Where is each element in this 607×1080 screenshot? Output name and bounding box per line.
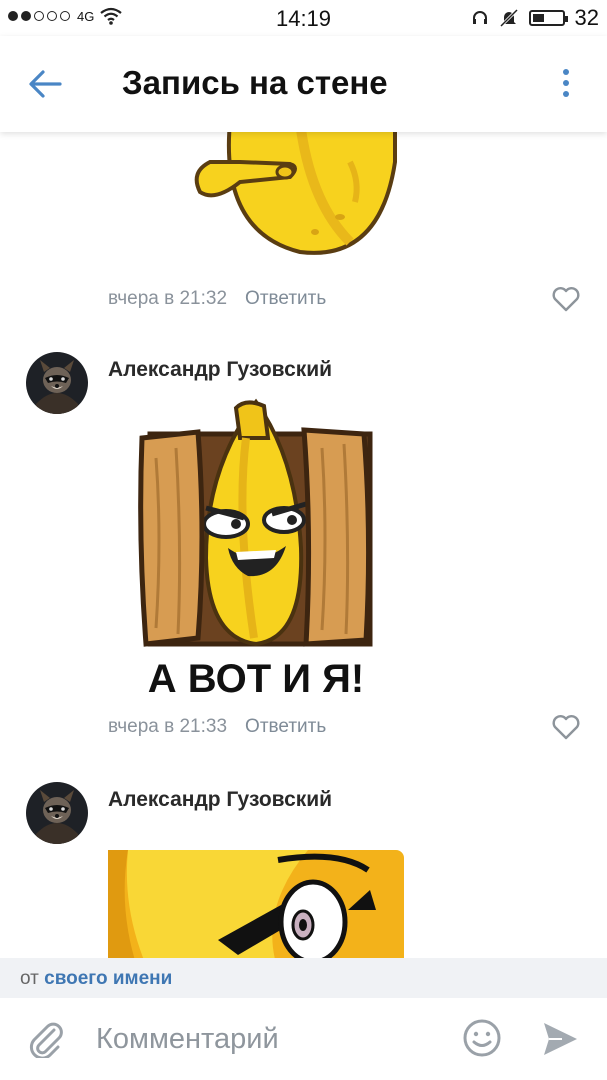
more-vertical-icon xyxy=(563,69,569,75)
reply-link[interactable]: Ответить xyxy=(245,716,326,737)
comment-time: вчера в 21:32 xyxy=(108,288,228,309)
heart-icon[interactable] xyxy=(552,286,580,312)
comment-time: вчера в 21:33 xyxy=(108,716,228,737)
paperclip-icon[interactable] xyxy=(28,1018,64,1058)
mute-bell-icon xyxy=(499,8,518,28)
reply-as-link[interactable]: своего имени xyxy=(44,968,172,989)
raccoon-avatar-icon xyxy=(26,352,88,414)
sticker-caption: А ВОТ И Я! xyxy=(148,657,364,700)
banana-sticker: А ВОТ И Я! xyxy=(138,398,373,700)
comment-author[interactable]: Александр Гузовский xyxy=(108,788,332,812)
banana-sticker xyxy=(108,850,404,958)
reply-link[interactable]: Ответить xyxy=(245,288,326,309)
comment-meta: вчера в 21:32 Ответить xyxy=(108,288,326,310)
avatar[interactable] xyxy=(26,352,88,414)
raccoon-avatar-icon xyxy=(26,782,88,844)
headphones-icon xyxy=(472,11,487,24)
comment-input[interactable] xyxy=(96,1020,436,1058)
battery-icon xyxy=(528,10,568,26)
more-menu-button[interactable] xyxy=(556,66,576,102)
reply-as-bar: от своего имени xyxy=(0,958,607,998)
smile-icon[interactable] xyxy=(462,1018,502,1058)
comments-feed[interactable]: вчера в 21:32 Ответить Александр Гузовски… xyxy=(0,132,607,958)
send-icon[interactable] xyxy=(540,1020,580,1058)
arrow-left-icon xyxy=(29,70,62,98)
comment-author[interactable]: Александр Гузовский xyxy=(108,358,332,382)
status-bar: 4G 14:19 32 xyxy=(0,0,607,36)
comment-composer xyxy=(0,998,607,1080)
battery-level: 32 xyxy=(574,5,599,30)
back-button[interactable] xyxy=(26,66,66,102)
heart-icon[interactable] xyxy=(552,714,580,740)
comment-meta: вчера в 21:33 Ответить xyxy=(108,716,326,738)
avatar[interactable] xyxy=(26,782,88,844)
reply-as-prefix: от xyxy=(20,968,39,989)
app-bar: Запись на стене xyxy=(0,36,607,132)
banana-sticker xyxy=(194,132,397,255)
page-title: Запись на стене xyxy=(122,64,388,101)
